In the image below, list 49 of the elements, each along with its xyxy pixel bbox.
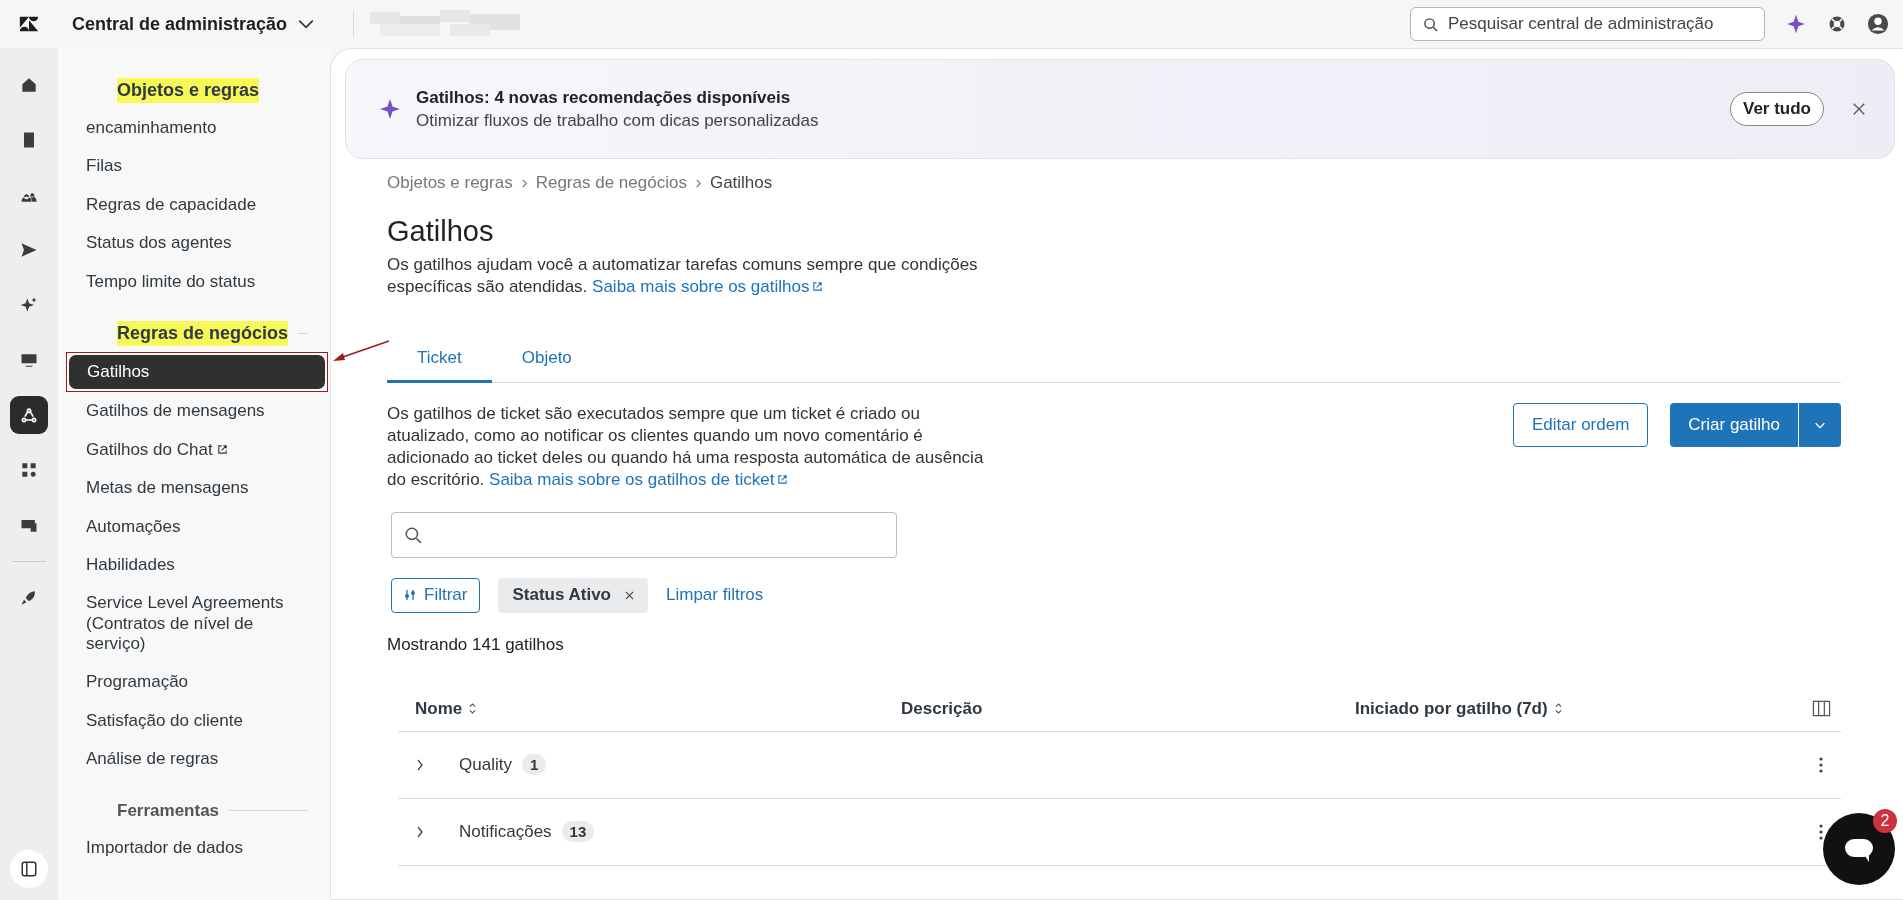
- search-field[interactable]: Pesquisar central de administração: [1410, 7, 1765, 41]
- column-header[interactable]: Nome: [415, 698, 901, 719]
- chip-label: Status Ativo: [512, 585, 611, 606]
- section-title: Regras de negócios: [117, 320, 289, 346]
- count-badge: 1: [521, 754, 547, 776]
- sidebar-item[interactable]: Programação: [68, 665, 326, 700]
- learn-more-link[interactable]: Saiba mais sobre os gatilhos de ticket: [489, 470, 789, 490]
- tab[interactable]: Objeto: [491, 338, 602, 384]
- learn-more-link[interactable]: Saiba mais sobre os gatilhos: [592, 277, 824, 297]
- column-header[interactable]: Iniciado por gatilho (7d): [1355, 698, 1801, 719]
- count-badge: 13: [561, 821, 595, 843]
- product-menu[interactable]: Central de administração: [72, 13, 316, 35]
- sidebar-item[interactable]: Metas de mensagens: [68, 471, 326, 506]
- tab-description: Os gatilhos de ticket são executados sempre que um ticket é criado ou atualizado, como ao notificar os clientes quando um novo comentário é adicionado ao ticket deles ou quando há uma resposta automática de ausência do escritório. Saiba mais sobre os gatilhos de ticket: [387, 403, 985, 492]
- result-count: Mostrando 141 gatilhos: [387, 634, 565, 655]
- group-name: Notificações: [459, 821, 552, 842]
- sidebar-item[interactable]: Gatilhos do Chat: [68, 432, 326, 468]
- sidebar-item[interactable]: Automações: [68, 509, 326, 544]
- sidebar-item[interactable]: Gatilhos de mensagens: [68, 394, 326, 429]
- filter-button[interactable]: Filtrar: [391, 577, 481, 613]
- sidebar-item[interactable]: Importador de dados: [68, 830, 326, 866]
- page-description: Os gatilhos ajudam você a automatizar tarefas comuns sempre que condições específicas são atendidas. Saiba mais sobre os gatilhos: [387, 254, 979, 299]
- sidebar-item[interactable]: Filas: [68, 149, 326, 184]
- page-title: Gatilhos: [387, 215, 495, 248]
- create-trigger-button[interactable]: Criar gatilho: [1670, 403, 1798, 448]
- sidebar-item[interactable]: Service Level Agreements (Contratos de nível de serviço): [68, 586, 326, 662]
- column-header: Descrição: [901, 698, 984, 719]
- breadcrumb-link[interactable]: Gatilhos: [709, 173, 773, 193]
- sidebar-item[interactable]: encaminhamento: [68, 111, 326, 146]
- sidebar-item[interactable]: Gatilhos: [69, 354, 325, 390]
- sidebar-item[interactable]: Satisfação do cliente: [68, 703, 326, 739]
- notification-badge: 2: [1873, 809, 1897, 833]
- breadcrumb-link[interactable]: Objetos e regras: [387, 173, 513, 193]
- tab[interactable]: Ticket: [387, 338, 492, 384]
- sidebar-item[interactable]: Análise de regras: [68, 742, 326, 777]
- sidebar-item[interactable]: Habilidades: [68, 547, 326, 583]
- banner-subtitle: Otimizar fluxos de trabalho com dicas personalizadas: [416, 110, 819, 131]
- sidebar-item[interactable]: Regras de capacidade: [68, 187, 326, 223]
- edit-order-button[interactable]: Editar ordem: [1513, 403, 1649, 448]
- group-name: Quality: [459, 754, 512, 775]
- sidebar-item[interactable]: Status dos agentes: [68, 226, 326, 261]
- view-all-button[interactable]: Ver tudo: [1730, 92, 1824, 126]
- section-title: Ferramentas: [117, 799, 220, 822]
- breadcrumb-link[interactable]: Regras de negócios: [535, 173, 687, 193]
- banner-title: Gatilhos: 4 novas recomendações disponíveis: [416, 87, 792, 108]
- section-title: Objetos e regras: [117, 78, 260, 103]
- search-input[interactable]: Pesquisar central de administração: [1446, 13, 1752, 35]
- sidebar-item[interactable]: Tempo limite do status: [68, 264, 326, 299]
- clear-filters-link[interactable]: Limpar filtros: [666, 585, 764, 606]
